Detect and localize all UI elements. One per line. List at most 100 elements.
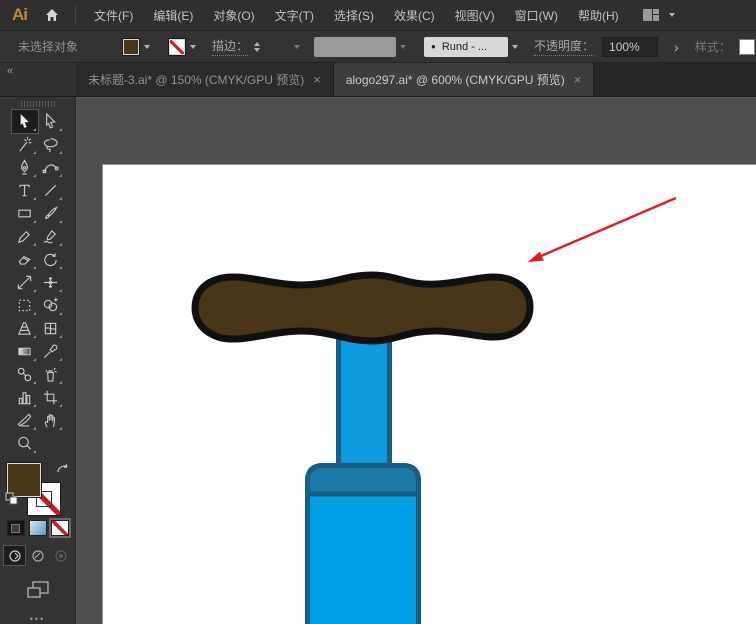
stroke-color-swatch[interactable]	[168, 38, 186, 56]
artboard-icon	[42, 389, 59, 406]
variable-width-profile-select	[314, 37, 396, 57]
width-tool[interactable]	[38, 271, 64, 294]
pump-collar-shape[interactable]	[308, 466, 419, 495]
menu-item[interactable]: 对象(O)	[203, 7, 264, 24]
panel-grip[interactable]	[21, 101, 55, 107]
divider	[75, 6, 76, 24]
blend-tool[interactable]	[12, 363, 38, 386]
menu-item[interactable]: 帮助(H)	[568, 7, 629, 24]
scale-tool[interactable]	[12, 271, 38, 294]
artboard-tool[interactable]	[38, 386, 64, 409]
workspace-switcher[interactable]	[643, 8, 679, 22]
opacity-label[interactable]: 不透明度：	[534, 37, 594, 56]
document-tabs: 未标题-3.ai* @ 150% (CMYK/GPU 预览)×alogo297.…	[76, 63, 594, 96]
fill-color-swatch[interactable]	[122, 38, 140, 56]
document-tab[interactable]: alogo297.ai* @ 600% (CMYK/GPU 预览) ×	[334, 63, 595, 96]
gradient-tool[interactable]	[12, 340, 38, 363]
stroke-weight-chevron-icon[interactable]	[294, 45, 300, 49]
eraser-icon	[16, 251, 33, 268]
hand-tool[interactable]	[38, 409, 64, 432]
direct-selection-icon	[42, 113, 59, 130]
rotate-icon	[42, 251, 59, 268]
eyedropper-icon	[42, 343, 59, 360]
menu-item[interactable]: 文件(F)	[84, 7, 143, 24]
brush-chevron-icon[interactable]	[512, 45, 518, 49]
zoom-tool[interactable]	[12, 432, 38, 455]
line-segment-tool[interactable]	[38, 179, 64, 202]
opacity-expand-button[interactable]: ›	[670, 39, 683, 55]
scale-icon	[16, 274, 33, 291]
artwork-drawing	[76, 98, 756, 624]
column-graph-tool[interactable]	[12, 386, 38, 409]
paintbrush-icon	[42, 205, 59, 222]
hand-icon	[42, 412, 59, 429]
column-graph-icon	[16, 389, 33, 406]
control-bar: 未选择对象 描边： ● Rund - ... 不透明度： 100% › 样式：	[0, 31, 756, 63]
none-button[interactable]	[51, 520, 69, 536]
shaper-tool[interactable]	[38, 225, 64, 248]
free-transform-icon	[16, 297, 33, 314]
menu-item[interactable]: 效果(C)	[384, 7, 445, 24]
symbol-sprayer-tool[interactable]	[38, 363, 64, 386]
rotate-tool[interactable]	[38, 248, 64, 271]
curvature-tool[interactable]	[38, 156, 64, 179]
draw-normal-button[interactable]	[4, 546, 25, 565]
screen-mode-icon[interactable]	[27, 581, 49, 604]
collapse-panel-icon[interactable]: «	[7, 65, 13, 77]
brush-dot-icon: ●	[431, 42, 436, 51]
lasso-tool[interactable]	[38, 133, 64, 156]
magic-wand-tool[interactable]	[12, 133, 38, 156]
chevron-down-icon	[669, 13, 675, 17]
swap-fill-stroke-icon[interactable]	[56, 461, 69, 479]
slice-tool[interactable]	[12, 409, 38, 432]
workspace-icon	[643, 8, 659, 22]
color-button[interactable]	[7, 520, 25, 536]
type-tool[interactable]	[12, 179, 38, 202]
paintbrush-tool[interactable]	[38, 202, 64, 225]
opacity-input[interactable]: 100%	[602, 37, 658, 57]
selection-tool[interactable]	[12, 110, 38, 133]
draw-behind-button[interactable]	[27, 546, 48, 565]
direct-selection-tool[interactable]	[38, 110, 64, 133]
stroke-weight-stepper[interactable]	[254, 42, 260, 52]
stroke-chevron-icon[interactable]	[190, 45, 196, 49]
brush-definition-select[interactable]: ● Rund - ...	[424, 37, 508, 57]
pen-tool[interactable]	[12, 156, 38, 179]
illustrator-window: Ai 文件(F)编辑(E)对象(O)文字(T)选择(S)效果(C)视图(V)窗口…	[0, 0, 756, 624]
tab-title: alogo297.ai* @ 600% (CMYK/GPU 预览)	[346, 71, 565, 88]
slice-icon	[16, 412, 33, 429]
shape-builder-tool[interactable]	[38, 294, 64, 317]
eyedropper-tool[interactable]	[38, 340, 64, 363]
perspective-grid-tool[interactable]	[12, 317, 38, 340]
home-icon[interactable]	[37, 7, 67, 23]
tab-close-icon[interactable]: ×	[313, 72, 321, 87]
fill-stroke-indicator	[5, 461, 71, 512]
stroke-weight-label[interactable]: 描边：	[212, 37, 248, 56]
rectangle-tool[interactable]	[12, 202, 38, 225]
menu-item[interactable]: 窗口(W)	[505, 7, 568, 24]
tab-close-icon[interactable]: ×	[574, 72, 582, 87]
menu-item[interactable]: 选择(S)	[324, 7, 384, 24]
fill-chevron-icon[interactable]	[144, 45, 150, 49]
menu-item[interactable]: 文字(T)	[265, 7, 324, 24]
eraser-tool[interactable]	[12, 248, 38, 271]
graphic-style-swatch[interactable]	[739, 39, 755, 55]
canvas-area[interactable]	[76, 97, 756, 624]
magic-wand-icon	[16, 136, 33, 153]
menu-bar: Ai 文件(F)编辑(E)对象(O)文字(T)选择(S)效果(C)视图(V)窗口…	[0, 0, 756, 31]
mesh-tool[interactable]	[38, 317, 64, 340]
free-transform-tool[interactable]	[12, 294, 38, 317]
default-fill-stroke-icon[interactable]	[5, 492, 18, 510]
document-tab[interactable]: 未标题-3.ai* @ 150% (CMYK/GPU 预览)×	[76, 63, 334, 96]
handle-shape[interactable]	[195, 275, 530, 341]
pencil-tool[interactable]	[12, 225, 38, 248]
tools-panel-header: «	[0, 63, 76, 96]
gradient-button[interactable]	[29, 520, 47, 536]
edit-toolbar-button[interactable]: •••	[30, 614, 45, 624]
menu-item[interactable]: 编辑(E)	[143, 7, 203, 24]
menu-item[interactable]: 视图(V)	[445, 7, 505, 24]
paint-style-buttons	[7, 520, 69, 536]
line-segment-icon	[42, 182, 59, 199]
tools-panel: •••	[0, 97, 76, 624]
pump-shaft-shape[interactable]	[339, 326, 390, 468]
